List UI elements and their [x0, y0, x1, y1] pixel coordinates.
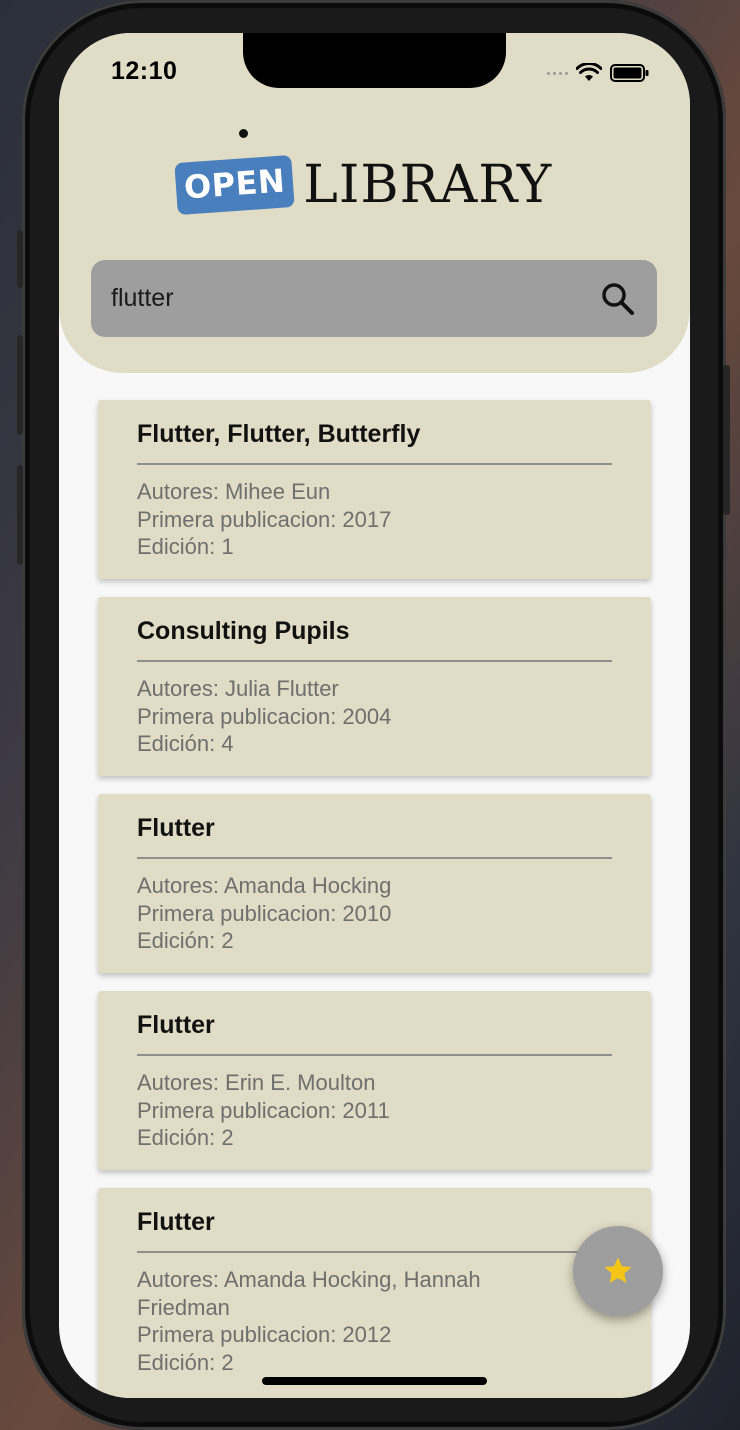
book-authors: Autores: Amanda Hocking, Hannah Friedman	[137, 1267, 481, 1320]
wifi-icon	[576, 63, 602, 81]
book-first-publication: Primera publicacion: 2011	[137, 1097, 390, 1123]
book-title: Flutter	[137, 1208, 215, 1236]
book-card[interactable]: Flutter, Flutter, Butterfly Autores: Mih…	[98, 400, 651, 579]
search-bar	[91, 260, 657, 337]
book-authors: Autores: Erin E. Moulton	[137, 1070, 376, 1095]
device-notch	[243, 33, 506, 88]
book-title: Consulting Pupils	[137, 617, 350, 645]
status-icons	[547, 59, 650, 87]
logo-badge: OPEN	[174, 154, 295, 216]
book-edition: Edición: 2	[137, 1125, 234, 1150]
book-title: Flutter	[137, 1011, 215, 1039]
divider	[137, 1054, 612, 1056]
book-card[interactable]: Flutter Autores: Erin E. Moulton Primera…	[98, 991, 651, 1170]
divider	[137, 857, 612, 859]
book-details: Autores: Amanda Hocking Primera publicac…	[137, 872, 567, 955]
book-authors: Autores: Amanda Hocking	[137, 873, 392, 898]
book-edition: Edición: 1	[137, 534, 234, 559]
book-card[interactable]: Consulting Pupils Autores: Julia Flutter…	[98, 597, 651, 776]
book-title: Flutter, Flutter, Butterfly	[137, 420, 421, 448]
phone-side-button-left-2	[17, 335, 23, 435]
book-details: Autores: Mihee Eun Primera publicacion: …	[137, 478, 567, 561]
logo-text: LIBRARY	[303, 155, 553, 215]
book-details: Autores: Erin E. Moulton Primera publica…	[137, 1069, 567, 1152]
star-icon	[604, 1257, 632, 1283]
book-card[interactable]: Flutter Autores: Amanda Hocking, Hannah …	[98, 1188, 651, 1398]
battery-icon	[610, 64, 649, 82]
divider	[137, 463, 612, 465]
book-authors: Autores: Mihee Eun	[137, 479, 331, 504]
book-first-publication: Primera publicacion: 2017	[137, 506, 392, 532]
favorites-fab[interactable]	[573, 1226, 663, 1316]
search-icon[interactable]	[599, 280, 637, 318]
book-edition: Edición: 2	[137, 1349, 234, 1375]
divider	[137, 660, 612, 662]
book-authors: Autores: Julia Flutter	[137, 676, 339, 701]
book-card[interactable]: Flutter Autores: Amanda Hocking Primera …	[98, 794, 651, 973]
book-edition: Edición: 4	[137, 731, 234, 756]
camera-dot	[239, 129, 248, 138]
cellular-signal-icon	[547, 71, 568, 75]
open-library-logo: OPEN LIBRARY	[174, 154, 553, 216]
app-screen: 12:10 OPEN LIBRARY flutter Flutter, Flut…	[59, 33, 690, 1398]
divider	[137, 1251, 612, 1253]
search-input[interactable]	[111, 260, 581, 337]
book-first-publication: Primera publicacion: 2010	[137, 900, 392, 926]
book-first-publication: Primera publicacion: 2012	[137, 1322, 392, 1347]
book-title: Flutter	[137, 814, 215, 842]
phone-side-button-left-3	[17, 465, 23, 565]
book-details: Autores: Amanda Hocking, Hannah Friedman…	[137, 1266, 567, 1376]
book-details: Autores: Julia Flutter Primera publicaci…	[137, 675, 567, 758]
home-indicator[interactable]	[262, 1377, 487, 1385]
phone-side-button-left-1	[17, 230, 23, 288]
book-first-publication: Primera publicacion: 2004	[137, 703, 392, 729]
status-time: 12:10	[111, 57, 178, 85]
book-edition: Edición: 2	[137, 928, 234, 953]
phone-side-button-right	[723, 365, 730, 515]
